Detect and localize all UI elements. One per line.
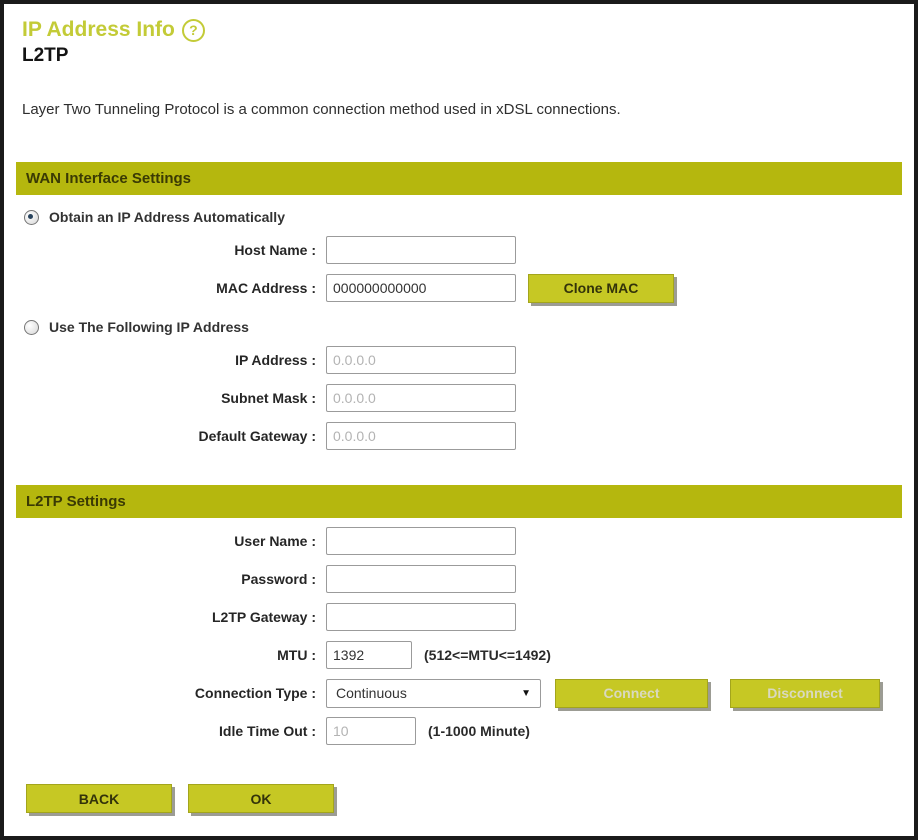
mtu-label: MTU : <box>4 647 326 663</box>
radio-obtain-auto[interactable] <box>24 210 39 225</box>
l2tp-gateway-row: L2TP Gateway : <box>4 602 914 632</box>
description-text: Layer Two Tunneling Protocol is a common… <box>22 101 914 118</box>
idle-timeout-row: Idle Time Out : (1-1000 Minute) <box>4 716 914 746</box>
help-icon[interactable]: ? <box>182 19 205 42</box>
back-button[interactable]: BACK <box>26 784 172 813</box>
ip-address-input <box>326 346 516 374</box>
chevron-down-icon: ▼ <box>521 688 531 699</box>
idle-timeout-label: Idle Time Out : <box>4 723 326 739</box>
mtu-row: MTU : (512<=MTU<=1492) <box>4 640 914 670</box>
section-header-l2tp: L2TP Settings <box>16 485 902 518</box>
user-name-row: User Name : <box>4 526 914 556</box>
footer-buttons: BACK OK <box>26 784 914 813</box>
radio-row-obtain-auto: Obtain an IP Address Automatically <box>24 207 914 227</box>
password-label: Password : <box>4 571 326 587</box>
connection-type-value: Continuous <box>336 685 407 701</box>
host-name-label: Host Name : <box>4 242 326 258</box>
mac-address-row: MAC Address : Clone MAC <box>4 273 914 303</box>
user-name-input[interactable] <box>326 527 516 555</box>
l2tp-gateway-input[interactable] <box>326 603 516 631</box>
clone-mac-button[interactable]: Clone MAC <box>528 274 674 303</box>
connection-type-label: Connection Type : <box>4 685 326 701</box>
mac-address-label: MAC Address : <box>4 280 326 296</box>
mac-address-input[interactable] <box>326 274 516 302</box>
radio-obtain-auto-label: Obtain an IP Address Automatically <box>49 209 285 225</box>
section-header-wan: WAN Interface Settings <box>16 162 902 195</box>
password-input[interactable] <box>326 565 516 593</box>
page-header: IP Address Info ? L2TP <box>4 18 914 67</box>
mtu-hint: (512<=MTU<=1492) <box>424 647 551 663</box>
ip-address-row: IP Address : <box>4 345 914 375</box>
ip-address-label: IP Address : <box>4 352 326 368</box>
radio-use-static[interactable] <box>24 320 39 335</box>
password-row: Password : <box>4 564 914 594</box>
connect-button: Connect <box>555 679 708 708</box>
page-subtitle: L2TP <box>22 45 914 67</box>
default-gateway-label: Default Gateway : <box>4 428 326 444</box>
idle-timeout-hint: (1-1000 Minute) <box>428 723 530 739</box>
host-name-input[interactable] <box>326 236 516 264</box>
idle-timeout-input <box>326 717 416 745</box>
default-gateway-input <box>326 422 516 450</box>
mtu-input[interactable] <box>326 641 412 669</box>
connection-type-row: Connection Type : Continuous ▼ Connect D… <box>4 678 914 708</box>
ok-button[interactable]: OK <box>188 784 334 813</box>
subnet-mask-label: Subnet Mask : <box>4 390 326 406</box>
disconnect-button: Disconnect <box>730 679 880 708</box>
l2tp-config-page: IP Address Info ? L2TP Layer Two Tunneli… <box>0 0 918 840</box>
user-name-label: User Name : <box>4 533 326 549</box>
l2tp-gateway-label: L2TP Gateway : <box>4 609 326 625</box>
host-name-row: Host Name : <box>4 235 914 265</box>
page-title: IP Address Info <box>22 18 175 42</box>
connection-type-select[interactable]: Continuous ▼ <box>326 679 541 708</box>
radio-row-use-static: Use The Following IP Address <box>24 317 914 337</box>
subnet-mask-row: Subnet Mask : <box>4 383 914 413</box>
subnet-mask-input <box>326 384 516 412</box>
radio-use-static-label: Use The Following IP Address <box>49 319 249 335</box>
default-gateway-row: Default Gateway : <box>4 421 914 451</box>
